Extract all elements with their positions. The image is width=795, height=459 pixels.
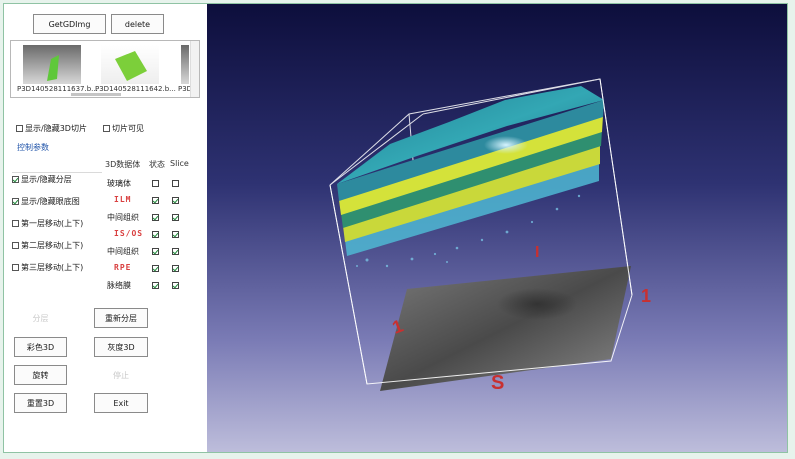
- state-checkbox[interactable]: [152, 248, 159, 255]
- checkbox-icon: [12, 220, 19, 227]
- checkbox-icon: [16, 125, 23, 132]
- header-state: 状态: [149, 160, 165, 169]
- state-checkbox[interactable]: [152, 214, 159, 221]
- app-window: GetGDImg delete P3D140528111637.b... P3D…: [3, 3, 788, 453]
- slice-checkbox[interactable]: [172, 214, 179, 221]
- get-gd-img-button[interactable]: GetGDImg: [33, 14, 106, 34]
- header-slice: Slice: [170, 159, 189, 168]
- slice-checkbox[interactable]: [172, 248, 179, 255]
- layer-name: RPE: [114, 263, 132, 272]
- layer-name: ILM: [114, 195, 132, 204]
- volume-preview-1: [47, 55, 59, 81]
- state-checkbox[interactable]: [152, 282, 159, 289]
- thumbnail-image-3[interactable]: [181, 45, 189, 84]
- gray-3d-button[interactable]: 灰度3D: [94, 337, 148, 357]
- exit-button[interactable]: Exit: [94, 393, 148, 413]
- fovea-shadow: [497, 288, 577, 320]
- checkbox-label: 第三层移动(上下): [21, 263, 84, 272]
- axis-label-top: I: [535, 244, 539, 261]
- checkbox-label: 第一层移动(上下): [21, 219, 84, 228]
- axis-label-front: S: [491, 372, 504, 394]
- slice-checkbox[interactable]: [172, 282, 179, 289]
- stop-button[interactable]: 停止: [94, 365, 148, 385]
- checkbox-label: 显示/隐藏眼底图: [21, 197, 80, 206]
- reset-3d-button[interactable]: 重置3D: [14, 393, 67, 413]
- thumbnail-image-2[interactable]: [101, 45, 159, 84]
- divider: [12, 172, 102, 173]
- thumbnail-image-1[interactable]: [23, 45, 81, 84]
- state-checkbox[interactable]: [152, 231, 159, 238]
- thumbnail-hscroll[interactable]: [71, 93, 121, 96]
- layer-option-checkbox[interactable]: 第一层移动(上下): [12, 218, 83, 229]
- layer-option-checkbox[interactable]: 第二层移动(上下): [12, 240, 83, 251]
- axis-label-right: 1: [641, 286, 651, 306]
- foveal-pit: [484, 136, 528, 154]
- state-checkbox[interactable]: [152, 180, 159, 187]
- thumbnail-scrollbar[interactable]: [190, 41, 199, 97]
- checkbox-icon: [12, 198, 19, 205]
- slice-checkbox[interactable]: [172, 180, 179, 187]
- 3d-viewport[interactable]: I 1 1 S: [207, 4, 787, 452]
- thumbnail-caption-2: P3D140528111642.b...: [95, 85, 176, 93]
- layering-button[interactable]: 分层: [14, 308, 67, 328]
- state-checkbox[interactable]: [152, 265, 159, 272]
- layer-name: 中间组织: [107, 247, 139, 256]
- checkbox-icon: [12, 264, 19, 271]
- layer-name: 中间组织: [107, 213, 139, 222]
- layer-name: 玻璃体: [107, 179, 131, 188]
- relayer-button[interactable]: 重新分层: [94, 308, 148, 328]
- header-volume: 3D数据体: [105, 160, 141, 169]
- fundus-image-plane: [380, 266, 631, 391]
- layer-name: 脉络膜: [107, 281, 131, 290]
- show-3d-slice-checkbox[interactable]: 显示/隐藏3D切片: [16, 123, 87, 134]
- slice-checkbox[interactable]: [172, 197, 179, 204]
- layer-option-checkbox[interactable]: 第三层移动(上下): [12, 262, 83, 273]
- thumbnail-strip[interactable]: P3D140528111637.b... P3D140528111642.b..…: [10, 40, 200, 98]
- checkbox-label: 显示/隐藏3D切片: [25, 124, 87, 133]
- volume-preview-2: [115, 51, 147, 81]
- layer-name: IS/OS: [114, 229, 144, 238]
- slice-checkbox[interactable]: [172, 265, 179, 272]
- checkbox-icon: [12, 242, 19, 249]
- slice-checkbox[interactable]: [172, 231, 179, 238]
- delete-button[interactable]: delete: [111, 14, 164, 34]
- thumbnail-caption-1: P3D140528111637.b...: [17, 85, 98, 93]
- layer-option-checkbox[interactable]: 显示/隐藏分层: [12, 174, 72, 185]
- layer-option-checkbox[interactable]: 显示/隐藏眼底图: [12, 196, 80, 207]
- control-panel: GetGDImg delete P3D140528111637.b... P3D…: [4, 4, 207, 452]
- state-checkbox[interactable]: [152, 197, 159, 204]
- checkbox-icon: [12, 176, 19, 183]
- checkbox-label: 切片可见: [112, 124, 144, 133]
- rotate-button[interactable]: 旋转: [14, 365, 67, 385]
- color-3d-button[interactable]: 彩色3D: [14, 337, 67, 357]
- 3d-render: I 1 1 S: [329, 78, 651, 394]
- checkbox-label: 显示/隐藏分层: [21, 175, 72, 184]
- slice-visible-checkbox[interactable]: 切片可见: [103, 123, 144, 134]
- checkbox-icon: [103, 125, 110, 132]
- control-params-link[interactable]: 控制参数: [17, 142, 49, 153]
- checkbox-label: 第二层移动(上下): [21, 241, 84, 250]
